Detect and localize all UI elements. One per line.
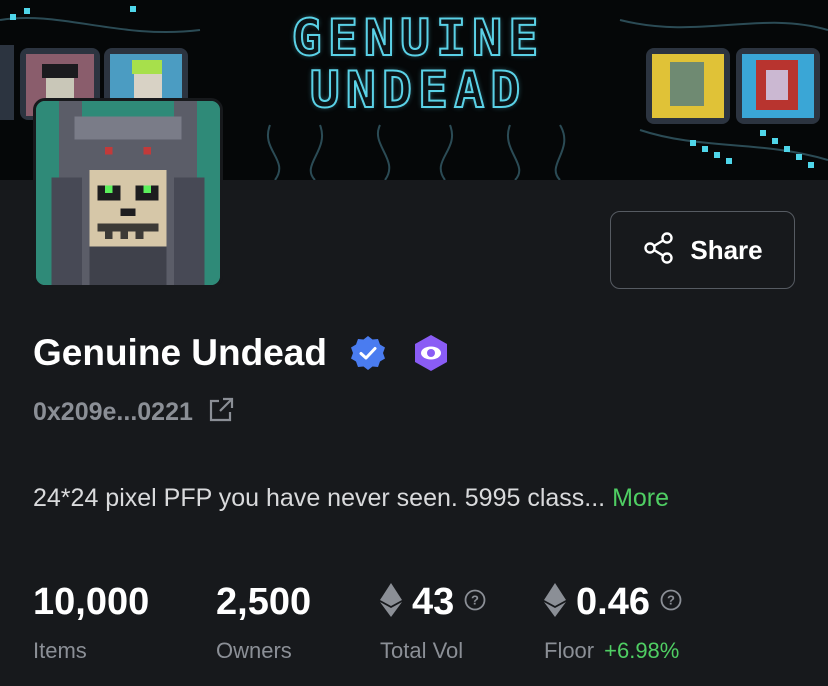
collection-description: 24*24 pixel PFP you have never seen. 599…	[33, 484, 669, 513]
share-icon	[642, 231, 676, 270]
verified-badge-icon	[349, 334, 387, 372]
collection-avatar	[33, 98, 223, 288]
items-label: Items	[33, 638, 87, 663]
ethereum-icon	[380, 582, 402, 622]
stat-items: 10,000 Items	[33, 580, 149, 664]
help-icon[interactable]: ?	[660, 589, 682, 616]
collection-name-row: Genuine Undead	[33, 328, 449, 378]
total-volume-label: Total Vol	[380, 638, 464, 663]
eye-badge-icon	[413, 334, 449, 372]
contract-address-row[interactable]: 0x209e...0221	[33, 396, 235, 429]
items-value: 10,000	[33, 580, 150, 623]
avatar-pixel-art	[36, 101, 220, 285]
floor-label: Floor	[544, 638, 595, 663]
banner-title: GENUINE UNDEAD	[228, 9, 608, 119]
external-link-icon[interactable]	[207, 396, 235, 429]
collection-name: Genuine Undead	[33, 332, 327, 373]
total-volume-value: 43	[412, 580, 455, 623]
ethereum-icon	[544, 582, 566, 622]
stat-owners: 2,500 Owners	[216, 580, 311, 664]
help-icon[interactable]: ?	[464, 589, 486, 616]
owners-label: Owners	[216, 638, 292, 663]
more-link[interactable]: More	[612, 484, 669, 512]
floor-change: +6.98%	[604, 638, 680, 663]
contract-address[interactable]: 0x209e...0221	[33, 398, 193, 427]
stat-total-volume: 43 ? Total Vol	[380, 580, 486, 664]
svg-text:?: ?	[471, 592, 479, 607]
owners-value: 2,500	[216, 580, 312, 623]
banner-title-line-2: UNDEAD	[309, 61, 527, 119]
share-button[interactable]: Share	[610, 211, 795, 289]
description-text: 24*24 pixel PFP you have never seen. 599…	[33, 484, 613, 512]
banner-title-line-1: GENUINE	[291, 9, 545, 67]
floor-value: 0.46	[576, 580, 650, 623]
svg-text:?: ?	[667, 592, 675, 607]
stat-floor: 0.46 ? Floor +6.98%	[544, 580, 682, 664]
share-label: Share	[690, 234, 763, 265]
